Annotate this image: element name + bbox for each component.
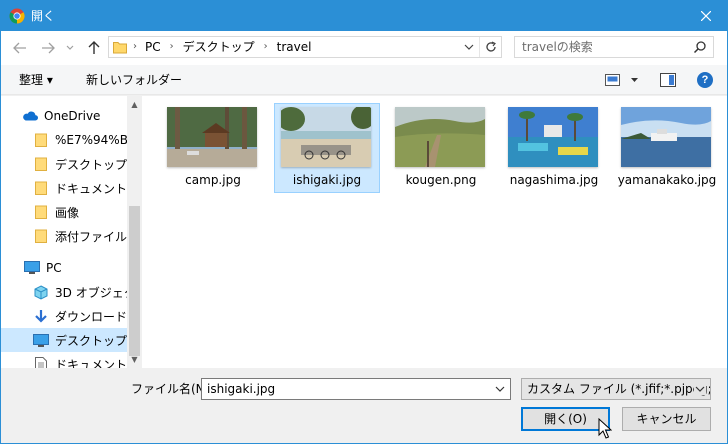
- file-name: kougen.png: [405, 173, 477, 187]
- mouse-cursor-icon: [598, 418, 612, 439]
- folder-icon: [33, 132, 49, 148]
- sidebar-item-label: ドキュメント: [55, 357, 128, 369]
- cancel-button[interactable]: キャンセル: [622, 407, 711, 431]
- sidebar-item-label: ダウンロード: [55, 309, 128, 324]
- scroll-down-icon[interactable]: ▼: [130, 355, 139, 364]
- thumbnail-image: [167, 107, 257, 167]
- forward-arrow-icon: [42, 42, 55, 54]
- navigation-pane: OneDrive %E7%94%BB% デスクトップ ドキュメント 画像 添付フ…: [0, 96, 142, 368]
- file-item-kougen[interactable]: kougen.png: [388, 104, 494, 194]
- sidebar-item-attachments[interactable]: 添付ファイル: [33, 224, 127, 248]
- folder-icon: [33, 228, 49, 244]
- download-icon: [33, 308, 49, 324]
- filename-value: ishigaki.jpg: [207, 382, 276, 396]
- file-type-value: カスタム ファイル (*.jfif;*.pjpeg;*.jp: [527, 382, 710, 396]
- breadcrumb-desktop[interactable]: デスクトップ: [183, 40, 255, 54]
- sidebar-item-desktop[interactable]: デスクトップ: [0, 328, 127, 352]
- sidebar-item-label: デスクトップ: [55, 333, 128, 348]
- back-arrow-icon: [13, 42, 26, 54]
- chevron-right-icon: ›: [133, 41, 137, 52]
- sidebar-item-downloads[interactable]: ダウンロード: [33, 304, 127, 328]
- thumbnail-image: [395, 107, 485, 167]
- sidebar-item-pc[interactable]: PC: [24, 256, 62, 280]
- file-item-yamanakako[interactable]: yamanakako.jpg: [614, 104, 720, 194]
- thumbnail-image: [508, 107, 598, 167]
- search-input[interactable]: travelの検索: [514, 36, 714, 58]
- forward-button[interactable]: [39, 40, 57, 56]
- sidebar-item-label: OneDrive: [44, 109, 101, 123]
- chevron-down-icon: [694, 383, 706, 395]
- sidebar-item-label: ドキュメント: [55, 181, 128, 196]
- file-type-select[interactable]: カスタム ファイル (*.jfif;*.pjpeg;*.jp: [521, 378, 711, 400]
- sidebar-item-label: 添付ファイル: [55, 229, 128, 244]
- preview-pane-icon: [660, 73, 676, 87]
- chevron-down-icon[interactable]: [495, 383, 505, 395]
- folder-icon: [33, 204, 49, 220]
- chevron-right-icon: ›: [263, 41, 268, 52]
- desktop-icon: [33, 332, 49, 348]
- sidebar-item-label: デスクトップ: [55, 157, 128, 172]
- file-name: camp.jpg: [185, 173, 241, 187]
- sidebar-item-label: PC: [46, 261, 62, 275]
- command-toolbar: 整理 ▾ 新しいフォルダー ?: [0, 65, 728, 95]
- filename-input[interactable]: ishigaki.jpg: [201, 378, 511, 400]
- thumbnail-image: [621, 107, 711, 167]
- folder-icon: [33, 156, 49, 172]
- sidebar-item-label: 画像: [55, 205, 80, 220]
- breadcrumb-pc[interactable]: PC: [145, 40, 161, 54]
- refresh-button[interactable]: [479, 37, 501, 57]
- up-arrow-icon: [88, 41, 100, 54]
- folder-icon: [113, 42, 127, 54]
- open-button[interactable]: 開く(O): [521, 407, 610, 431]
- file-item-nagashima[interactable]: nagashima.jpg: [501, 104, 607, 194]
- help-icon[interactable]: ?: [697, 72, 713, 88]
- dialog-footer: ファイル名(N): ishigaki.jpg カスタム ファイル (*.jfif…: [0, 368, 728, 444]
- chevron-right-icon: ›: [169, 41, 174, 52]
- sidebar-item-pictures[interactable]: 画像: [33, 200, 79, 224]
- preview-pane-button[interactable]: [660, 73, 676, 90]
- file-name: yamanakako.jpg: [617, 173, 717, 187]
- scroll-up-icon[interactable]: ▲: [130, 100, 139, 109]
- title-bar: 開く: [0, 0, 728, 31]
- file-item-camp[interactable]: camp.jpg: [160, 104, 266, 194]
- search-icon: [693, 41, 706, 54]
- search-placeholder: travelの検索: [522, 40, 593, 54]
- sidebar-item-3d-objects[interactable]: 3D オブジェクト: [33, 280, 142, 304]
- window-title: 開く: [31, 9, 56, 23]
- sidebar-item-onedrive[interactable]: OneDrive: [22, 104, 100, 128]
- sidebar-scrollbar[interactable]: ▲ ▼: [127, 96, 142, 368]
- view-icon: [605, 74, 638, 86]
- sidebar-item-encoded-folder[interactable]: %E7%94%BB%: [33, 128, 142, 152]
- chrome-icon: [9, 8, 25, 24]
- close-button[interactable]: [683, 0, 728, 31]
- refresh-icon: [485, 41, 496, 52]
- sidebar-item-documents[interactable]: ドキュメント: [33, 352, 127, 368]
- pc-icon: [24, 260, 40, 276]
- recent-locations-button[interactable]: [64, 40, 76, 56]
- file-list: camp.jpg ishigaki.jpg kougen.png nagashi…: [142, 96, 728, 368]
- scrollbar-thumb[interactable]: [129, 206, 140, 356]
- organize-menu-button[interactable]: 整理 ▾: [19, 73, 53, 87]
- change-view-button[interactable]: [605, 73, 641, 90]
- new-folder-button[interactable]: 新しいフォルダー: [86, 73, 182, 87]
- address-history-chevron-icon[interactable]: [463, 40, 475, 54]
- thumbnail-image: [281, 107, 371, 167]
- sidebar-item-documents-onedrive[interactable]: ドキュメント: [33, 176, 127, 200]
- up-button[interactable]: [85, 40, 103, 56]
- documents-icon: [33, 356, 49, 368]
- file-name: nagashima.jpg: [509, 173, 599, 187]
- file-item-ishigaki[interactable]: ishigaki.jpg: [274, 103, 380, 193]
- sidebar-item-desktop-onedrive[interactable]: デスクトップ: [33, 152, 127, 176]
- onedrive-icon: [22, 108, 38, 124]
- breadcrumb-travel[interactable]: travel: [277, 40, 312, 54]
- back-button[interactable]: [11, 40, 29, 56]
- folder-icon: [33, 180, 49, 196]
- address-bar[interactable]: › PC › デスクトップ › travel: [108, 36, 502, 58]
- file-name: ishigaki.jpg: [292, 173, 362, 187]
- 3d-objects-icon: [33, 284, 49, 300]
- close-icon: [700, 10, 711, 21]
- chevron-down-icon: [66, 45, 74, 50]
